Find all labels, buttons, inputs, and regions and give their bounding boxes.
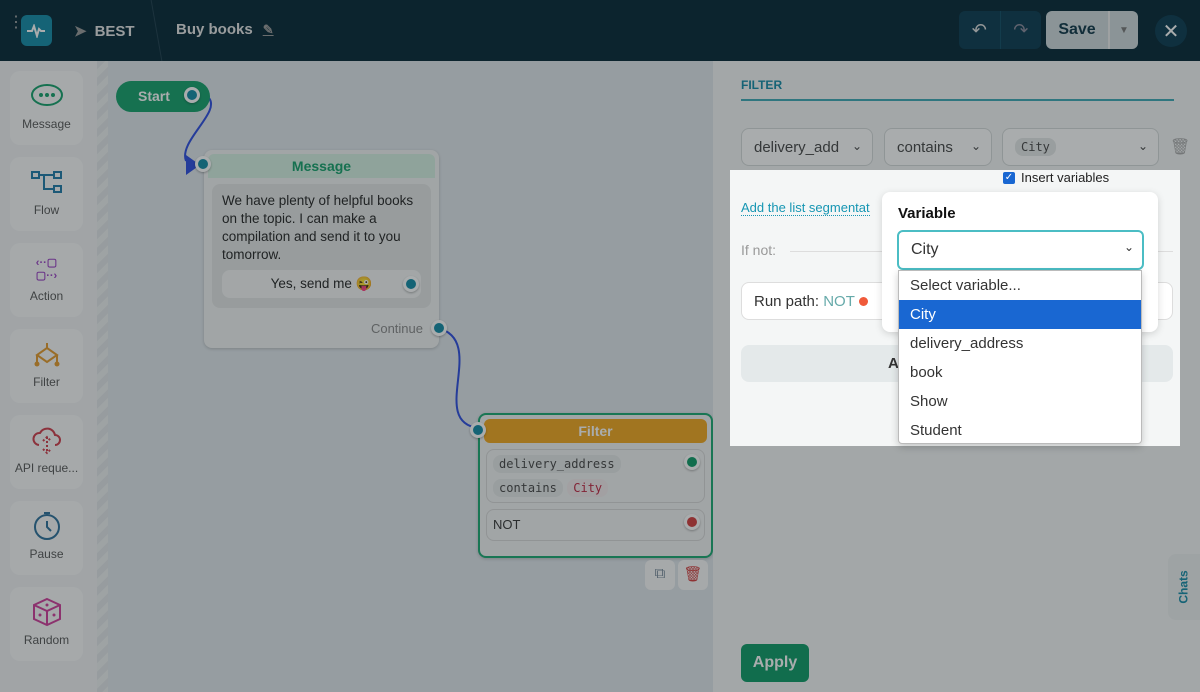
redo-button[interactable]: ↷ (1001, 11, 1042, 49)
run-path-value: NOT (823, 293, 855, 310)
close-button[interactable]: ✕ (1155, 15, 1187, 47)
edit-pencil-icon[interactable]: ✎ (263, 22, 274, 38)
sidebar-item-api-request[interactable]: API reque... (10, 415, 83, 489)
copy-node-button[interactable]: ⧉ (645, 560, 675, 590)
value-select[interactable]: City ⌄ (1002, 128, 1159, 166)
variable-option[interactable]: Show (899, 387, 1141, 416)
flow-canvas[interactable]: Start Message We have plenty of helpful … (108, 61, 713, 692)
quick-reply-port[interactable] (403, 276, 419, 292)
insert-variables-checkbox[interactable]: ✓ Insert variables (1003, 170, 1109, 185)
app-logo-icon[interactable] (21, 15, 52, 46)
variable-option[interactable]: Select variable... (899, 271, 1141, 300)
variable-popup-selected: City (911, 241, 939, 258)
sidebar-item-flow[interactable]: Flow (10, 157, 83, 231)
chevron-down-icon: ⌄ (1123, 240, 1134, 254)
filter-branch-icon (10, 329, 83, 369)
chevron-down-icon: ⌄ (970, 139, 981, 153)
flow-title[interactable]: Buy books ✎ (176, 21, 274, 38)
sidebar-item-filter[interactable]: Filter (10, 329, 83, 403)
flow-icon (10, 157, 83, 197)
action-icon: ‹··▢ ▢··› (35, 257, 58, 282)
message-input-port[interactable] (195, 156, 211, 172)
cloud-api-icon (10, 415, 83, 455)
operator-select[interactable]: contains ⌄ (884, 128, 992, 166)
run-path-label: Run path: (754, 293, 820, 310)
menu-dots-icon[interactable]: ⋮ (8, 15, 24, 31)
condition-operator: contains (493, 479, 563, 497)
message-node[interactable]: Message We have plenty of helpful books … (195, 150, 447, 348)
sidebar: Message Flow ‹··▢ ▢··› Action Filter API r… (0, 61, 97, 692)
condition-true-port[interactable] (684, 454, 700, 470)
delete-condition-icon[interactable]: 🗑 (1170, 137, 1190, 157)
sidebar-resize-handle[interactable] (97, 61, 108, 692)
sidebar-item-label: Message (22, 117, 71, 131)
chats-label: Chats (1177, 570, 1191, 604)
chevron-down-icon: ⌄ (1137, 139, 1148, 153)
panel-heading: FILTER (741, 78, 783, 92)
filter-node-title: Filter (484, 419, 707, 443)
variable-select-value: delivery_add (754, 138, 840, 156)
red-dot-icon (858, 297, 868, 306)
continue-port[interactable] (431, 320, 447, 336)
filter-input-port[interactable] (470, 422, 486, 438)
sidebar-item-label: API reque... (14, 461, 79, 475)
continue-label: Continue (370, 321, 423, 336)
start-port[interactable] (184, 87, 200, 103)
apply-button[interactable]: Apply (741, 644, 809, 682)
if-not-label: If not: (741, 242, 777, 258)
add-segment-link[interactable]: Add the list segmentat (741, 200, 870, 216)
variable-popup-title: Variable (898, 205, 956, 222)
sidebar-item-label: Filter (33, 375, 60, 389)
sidebar-item-message[interactable]: Message (10, 71, 83, 145)
heading-underline (741, 99, 1174, 101)
variable-option-selected[interactable]: City (899, 300, 1141, 329)
message-node-title: Message (208, 154, 435, 178)
save-dropdown-chevron-icon[interactable]: ▼ (1108, 11, 1138, 49)
message-text: We have plenty of helpful books on the t… (222, 193, 414, 262)
sidebar-item-label: Action (29, 289, 64, 303)
dice-icon (10, 587, 83, 627)
undo-button[interactable]: ↶ (959, 11, 1001, 49)
sidebar-item-action[interactable]: ‹··▢ ▢··› Action (10, 243, 83, 317)
sidebar-item-pause[interactable]: Pause (10, 501, 83, 575)
breadcrumb-separator (139, 0, 163, 61)
chat-bubble-icon (10, 71, 83, 111)
top-bar: ⋮ ➤ BEST Buy books ✎ ↶ ↷ Save ▼ ✕ (0, 0, 1200, 61)
value-pill: City (1015, 138, 1056, 156)
quick-reply-label: Yes, send me 😜 (270, 276, 373, 291)
not-port[interactable] (684, 514, 700, 530)
insert-variables-label: Insert variables (1021, 170, 1110, 185)
chevron-down-icon: ⌄ (851, 139, 862, 153)
filter-node[interactable]: Filter delivery_address contains City NO… (470, 413, 713, 558)
variable-option[interactable]: book (899, 358, 1141, 387)
variable-popup-select[interactable]: City ⌄ (897, 230, 1144, 270)
condition-variable: delivery_address (493, 455, 621, 473)
checkbox-checked-icon[interactable]: ✓ (1003, 171, 1015, 184)
project-name: BEST (94, 22, 135, 40)
sidebar-item-random[interactable]: Random (10, 587, 83, 661)
variable-option[interactable]: delivery_address (899, 329, 1141, 358)
filter-condition[interactable]: delivery_address contains City (486, 449, 705, 503)
sidebar-item-label: Flow (33, 203, 60, 217)
not-label: NOT (493, 517, 521, 532)
quick-reply-button[interactable]: Yes, send me 😜 (222, 270, 421, 298)
start-label: Start (138, 88, 170, 104)
condition-value: City (567, 479, 609, 497)
flow-title-text: Buy books (176, 21, 253, 38)
project-breadcrumb[interactable]: ➤ BEST (74, 22, 135, 41)
sidebar-item-label: Pause (29, 547, 64, 561)
save-button-group: Save ▼ (1046, 11, 1138, 49)
save-button[interactable]: Save (1046, 11, 1108, 49)
variable-select[interactable]: delivery_add ⌄ (741, 128, 873, 166)
variable-option[interactable]: Student (899, 416, 1141, 445)
start-node[interactable]: Start (116, 81, 210, 112)
telegram-icon: ➤ (74, 23, 87, 40)
stopwatch-icon (10, 501, 83, 541)
operator-select-value: contains (897, 138, 953, 156)
chats-tab[interactable]: Chats (1168, 554, 1200, 620)
variable-options-list: Select variable... City delivery_address… (898, 270, 1142, 444)
filter-not-branch[interactable]: NOT (486, 509, 705, 541)
sidebar-item-label: Random (23, 633, 70, 647)
delete-node-button[interactable]: 🗑 (678, 560, 708, 590)
